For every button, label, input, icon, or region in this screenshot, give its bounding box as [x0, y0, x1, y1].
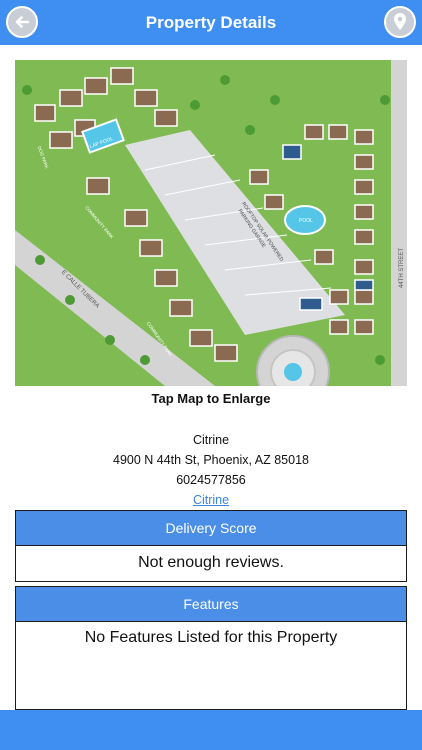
property-info: Citrine 4900 N 44th St, Phoenix, AZ 8501… — [0, 430, 422, 510]
location-button[interactable] — [384, 6, 416, 38]
property-phone[interactable]: 6024577856 — [0, 470, 422, 490]
site-map[interactable]: LAP POOL POOL ROOFTOP SOLAR POWERED PARK… — [15, 60, 407, 386]
features-header: Features — [16, 587, 406, 622]
map-caption: Tap Map to Enlarge — [151, 391, 271, 406]
delivery-score-value: Not enough reviews. — [138, 554, 284, 571]
bottom-bar — [0, 710, 422, 750]
page-title: Property Details — [145, 13, 277, 32]
delivery-score-header: Delivery Score — [16, 511, 406, 546]
street-label-right: 44TH STREET — [399, 248, 405, 288]
delivery-score-panel: Delivery Score Not enough reviews. — [15, 510, 407, 582]
pool-label: POOL — [299, 218, 313, 224]
property-address: 4900 N 44th St, Phoenix, AZ 85018 — [113, 453, 309, 467]
features-value: No Features Listed for this Property — [84, 629, 338, 646]
nav-bar: Property Details — [0, 0, 422, 45]
features-panel: Features No Features Listed for this Pro… — [15, 586, 407, 710]
site-map-image: LAP POOL POOL ROOFTOP SOLAR POWERED PARK… — [15, 60, 407, 386]
property-link[interactable]: Citrine — [193, 493, 229, 507]
property-name: Citrine — [192, 433, 230, 447]
map-pin-icon — [394, 13, 406, 30]
